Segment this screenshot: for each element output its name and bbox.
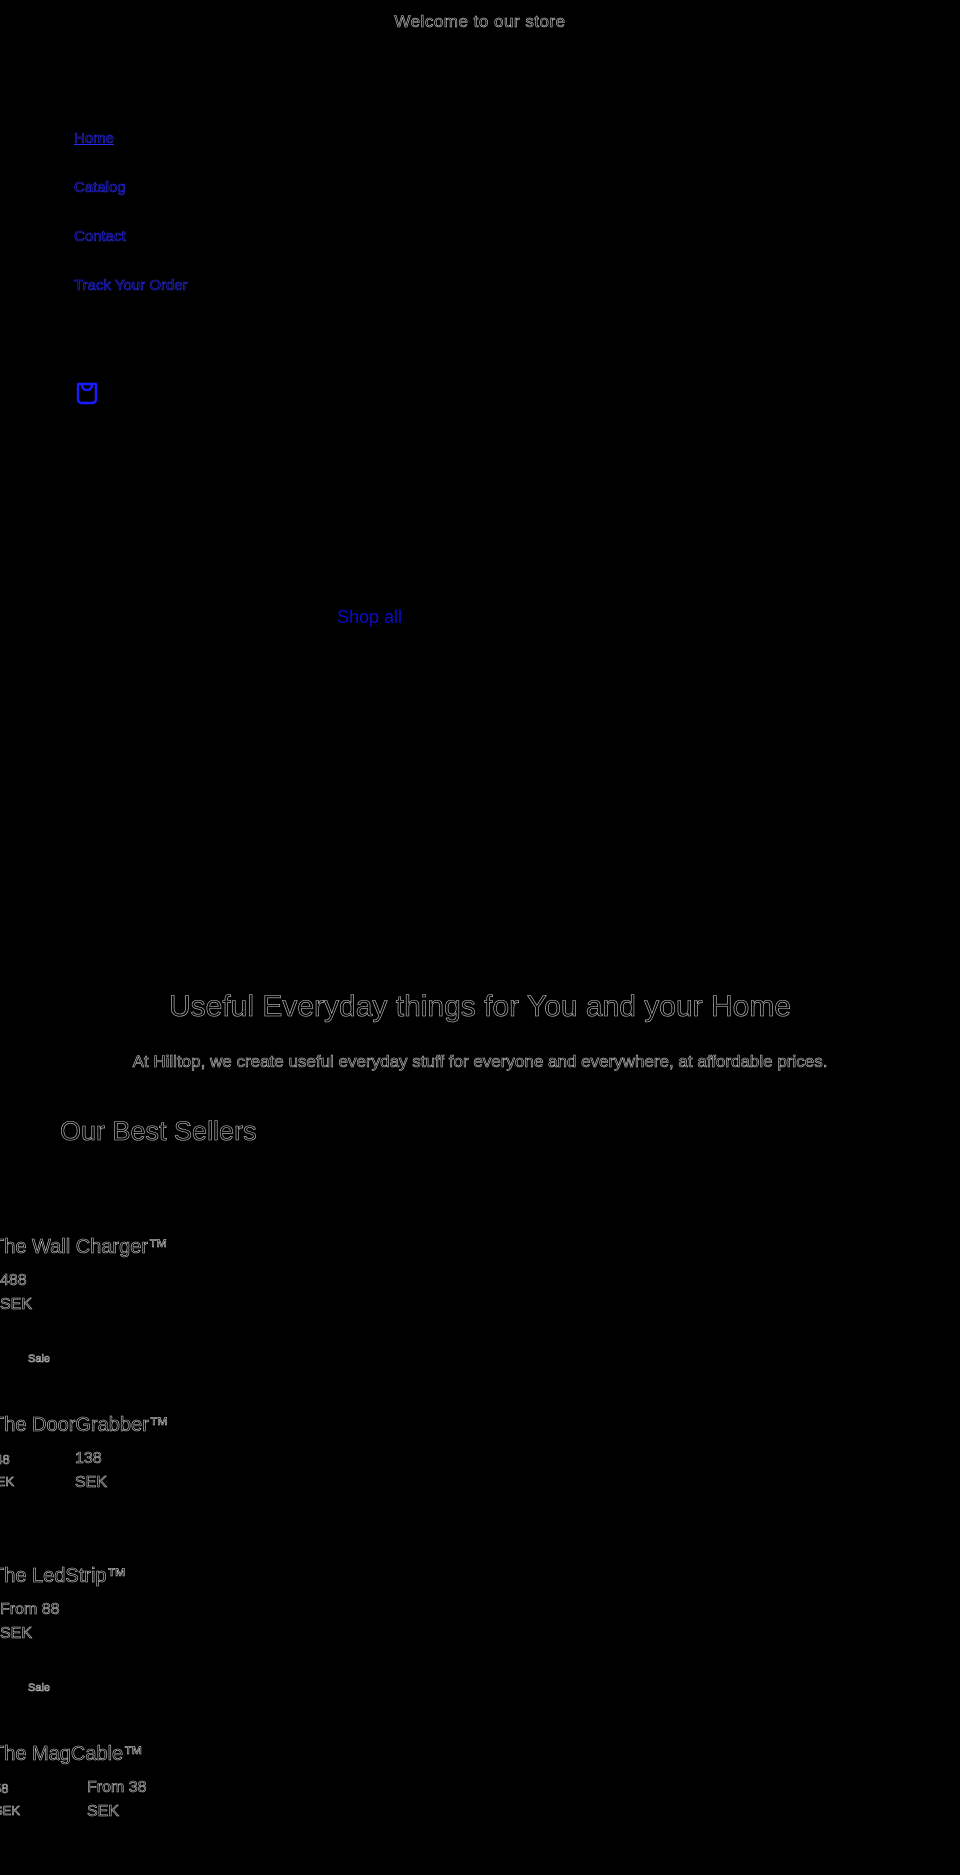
price-currency: SEK [0, 1803, 21, 1819]
regular-price: 58 SEK [0, 1776, 81, 1824]
shop-all-button[interactable]: Shop all [337, 607, 402, 628]
price-value: 58 [0, 1781, 9, 1797]
price-currency: SEK [0, 1474, 15, 1490]
nav-link-catalog[interactable]: Catalog [74, 179, 126, 197]
nav-link-track-order[interactable]: Track Your Order [74, 277, 188, 295]
product-name[interactable]: The Wall Charger™ [0, 1236, 168, 1259]
sale-badge: Sale [28, 1353, 51, 1366]
sale-price: 138 SEK [75, 1447, 195, 1495]
price-row: 58 SEK From 38 SEK [0, 1776, 207, 1824]
price-row: 248 SEK 138 SEK [0, 1447, 195, 1495]
price-currency: SEK [75, 1474, 108, 1492]
product-card[interactable]: The Wall Charger™ 488 SEK Sale [0, 1236, 176, 1366]
product-card[interactable]: The LedStrip™ From 88 SEK Sale [0, 1565, 135, 1695]
price-row: From 88 SEK [0, 1598, 135, 1646]
product-price: From 88 SEK [0, 1598, 120, 1646]
nav-item-catalog: Catalog [74, 179, 188, 228]
regular-price: 248 SEK [0, 1447, 63, 1495]
price-value: From 88 [0, 1601, 60, 1619]
price-value: From 38 [87, 1779, 147, 1797]
nav-item-track-order: Track Your Order [74, 277, 188, 326]
price-value: 138 [75, 1450, 102, 1468]
nav-link-home[interactable]: Home [74, 130, 115, 148]
product-name[interactable]: The LedStrip™ [0, 1565, 127, 1588]
price-currency: SEK [0, 1625, 33, 1643]
announcement-bar: Welcome to our store [394, 12, 566, 32]
price-row: 488 SEK [0, 1269, 176, 1317]
price-currency: SEK [0, 1296, 33, 1314]
price-value: 248 [0, 1452, 10, 1468]
nav-item-contact: Contact [74, 228, 188, 277]
main-nav: Home Catalog Contact Track Your Order [74, 130, 188, 326]
price-value: 488 [0, 1272, 27, 1290]
product-name[interactable]: The DoorGrabber™ [0, 1414, 187, 1437]
intro-headline: Useful Everyday things for You and your … [168, 990, 792, 1024]
sale-price: From 38 SEK [87, 1776, 207, 1824]
price-currency: SEK [87, 1803, 120, 1821]
sale-badge: Sale [28, 1682, 51, 1695]
product-name[interactable]: The MagCable™ [0, 1743, 199, 1766]
cart-button[interactable] [74, 380, 100, 406]
product-price: 488 SEK [0, 1269, 40, 1317]
shopping-bag-icon [76, 382, 98, 405]
nav-link-contact[interactable]: Contact [74, 228, 126, 246]
best-sellers-title: Our Best Sellers [60, 1116, 257, 1147]
intro-text: At Hilltop, we create useful everyday st… [132, 1052, 828, 1072]
product-card[interactable]: The DoorGrabber™ 248 SEK 138 SEK [0, 1414, 195, 1495]
nav-item-home: Home [74, 130, 188, 179]
product-card[interactable]: The MagCable™ 58 SEK From 38 SEK [0, 1743, 207, 1824]
